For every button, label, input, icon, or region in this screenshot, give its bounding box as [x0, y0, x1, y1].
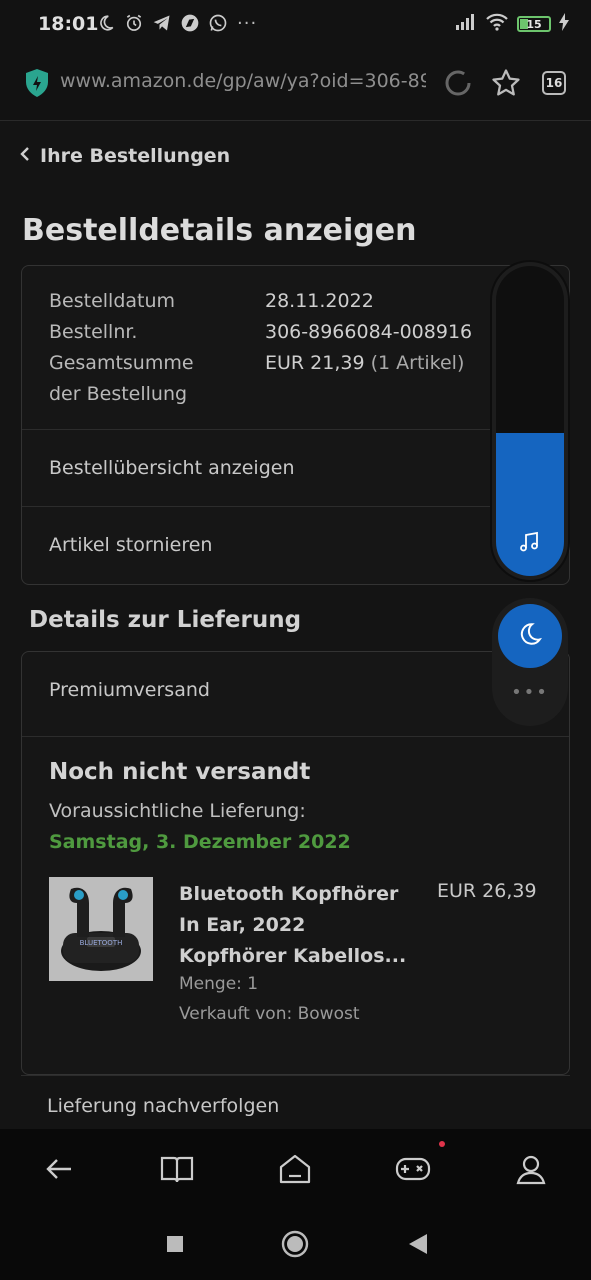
- order-number-value: 306-8966084-008916: [265, 321, 473, 343]
- page-title: Bestelldetails anzeigen: [22, 213, 417, 248]
- delivery-section-title: Details zur Lieferung: [29, 607, 302, 633]
- clock: 18:01: [38, 13, 99, 35]
- url-text[interactable]: www.amazon.de/gp/aw/ya?oid=306-89: [60, 70, 426, 92]
- tab-switcher-button[interactable]: 16: [537, 66, 571, 100]
- shipping-method: Premiumversand: [49, 679, 210, 701]
- back-link-label: Ihre Bestellungen: [40, 145, 231, 167]
- product-image-label: BLUETOOTH: [80, 939, 123, 947]
- order-number-label: Bestellnr.: [49, 321, 138, 343]
- profile-icon[interactable]: [511, 1149, 551, 1189]
- signal-icon: [455, 13, 477, 35]
- product-title-line: In Ear, 2022: [179, 914, 306, 936]
- shield-icon[interactable]: [24, 68, 50, 102]
- eta-date: Samstag, 3. Dezember 2022: [49, 831, 351, 853]
- order-item-count: (1 Artikel): [370, 352, 465, 374]
- back-arrow-icon[interactable]: [39, 1149, 79, 1189]
- charging-icon: [559, 13, 569, 35]
- battery-level: 15: [526, 17, 542, 31]
- more-options-icon[interactable]: •••: [492, 682, 568, 703]
- order-total-amount: EUR 21,39: [265, 352, 365, 374]
- back-to-orders-link[interactable]: Ihre Bestellungen: [20, 145, 230, 167]
- home-icon[interactable]: [275, 1149, 315, 1189]
- back-button[interactable]: [401, 1227, 435, 1261]
- recents-button[interactable]: [158, 1227, 192, 1261]
- product-title-line: Kopfhörer Kabellos...: [179, 945, 407, 967]
- delivery-card: Premiumversand Noch nicht versandt Vorau…: [21, 651, 570, 1075]
- browser-url-bar: www.amazon.de/gp/aw/ya?oid=306-89 16: [0, 48, 591, 121]
- telegram-icon: [151, 12, 173, 34]
- order-date-label: Bestelldatum: [49, 290, 176, 312]
- divider: [22, 736, 569, 737]
- volume-level-fill: [496, 433, 564, 576]
- product-quantity: Menge: 1: [179, 974, 259, 994]
- system-navigation-bar: [0, 1207, 591, 1280]
- volume-overlay: [492, 262, 568, 580]
- cancel-items-link[interactable]: Artikel stornieren: [22, 507, 569, 583]
- order-date-value: 28.11.2022: [265, 290, 374, 312]
- bookmark-star-icon[interactable]: [489, 66, 523, 100]
- game-controller-icon[interactable]: [393, 1149, 433, 1189]
- system-icons: 15: [455, 12, 569, 36]
- browser-bottom-toolbar: [0, 1129, 591, 1207]
- notification-icons: ···: [95, 12, 257, 34]
- volume-slider[interactable]: [496, 266, 564, 576]
- home-button[interactable]: [278, 1227, 312, 1261]
- order-summary-card: Bestelldatum 28.11.2022 Bestellnr. 306-8…: [21, 265, 570, 585]
- sound-mode-panel: •••: [492, 598, 568, 726]
- status-bar: 18:01 ··· 15: [0, 0, 591, 48]
- track-package-link[interactable]: Lieferung nachverfolgen: [21, 1075, 570, 1129]
- whatsapp-icon: [207, 12, 229, 34]
- order-summary-link[interactable]: Bestellübersicht anzeigen: [22, 430, 569, 506]
- wifi-icon: [485, 12, 509, 36]
- compass-icon: [179, 12, 201, 34]
- order-total-value: EUR 21,39 (1 Artikel): [265, 348, 464, 379]
- moon-icon: [517, 621, 543, 651]
- product-title-link[interactable]: Bluetooth Kopfhörer In Ear, 2022 Kopfhör…: [179, 879, 419, 972]
- product-title-line: Bluetooth Kopfhörer: [179, 883, 399, 905]
- shipment-status: Noch nicht versandt: [49, 759, 311, 785]
- notification-dot: [439, 1141, 445, 1147]
- product-image[interactable]: BLUETOOTH: [49, 877, 153, 981]
- battery-indicator: 15: [517, 16, 551, 32]
- reload-icon[interactable]: [441, 66, 475, 100]
- do-not-disturb-button[interactable]: [498, 604, 562, 668]
- product-seller: Verkauft von: Bowost: [179, 1004, 360, 1024]
- order-total-label-line2: der Bestellung: [49, 383, 188, 405]
- book-icon[interactable]: [157, 1149, 197, 1189]
- product-price: EUR 26,39: [437, 880, 537, 902]
- music-note-icon: [518, 530, 542, 554]
- alarm-icon: [123, 12, 145, 34]
- tab-count: 16: [542, 71, 566, 95]
- more-notifications: ···: [237, 12, 258, 34]
- moon-icon: [95, 12, 117, 34]
- order-total-label-line1: Gesamtsumme: [49, 352, 194, 374]
- eta-label: Voraussichtliche Lieferung:: [49, 800, 306, 822]
- chevron-left-icon: [20, 145, 30, 167]
